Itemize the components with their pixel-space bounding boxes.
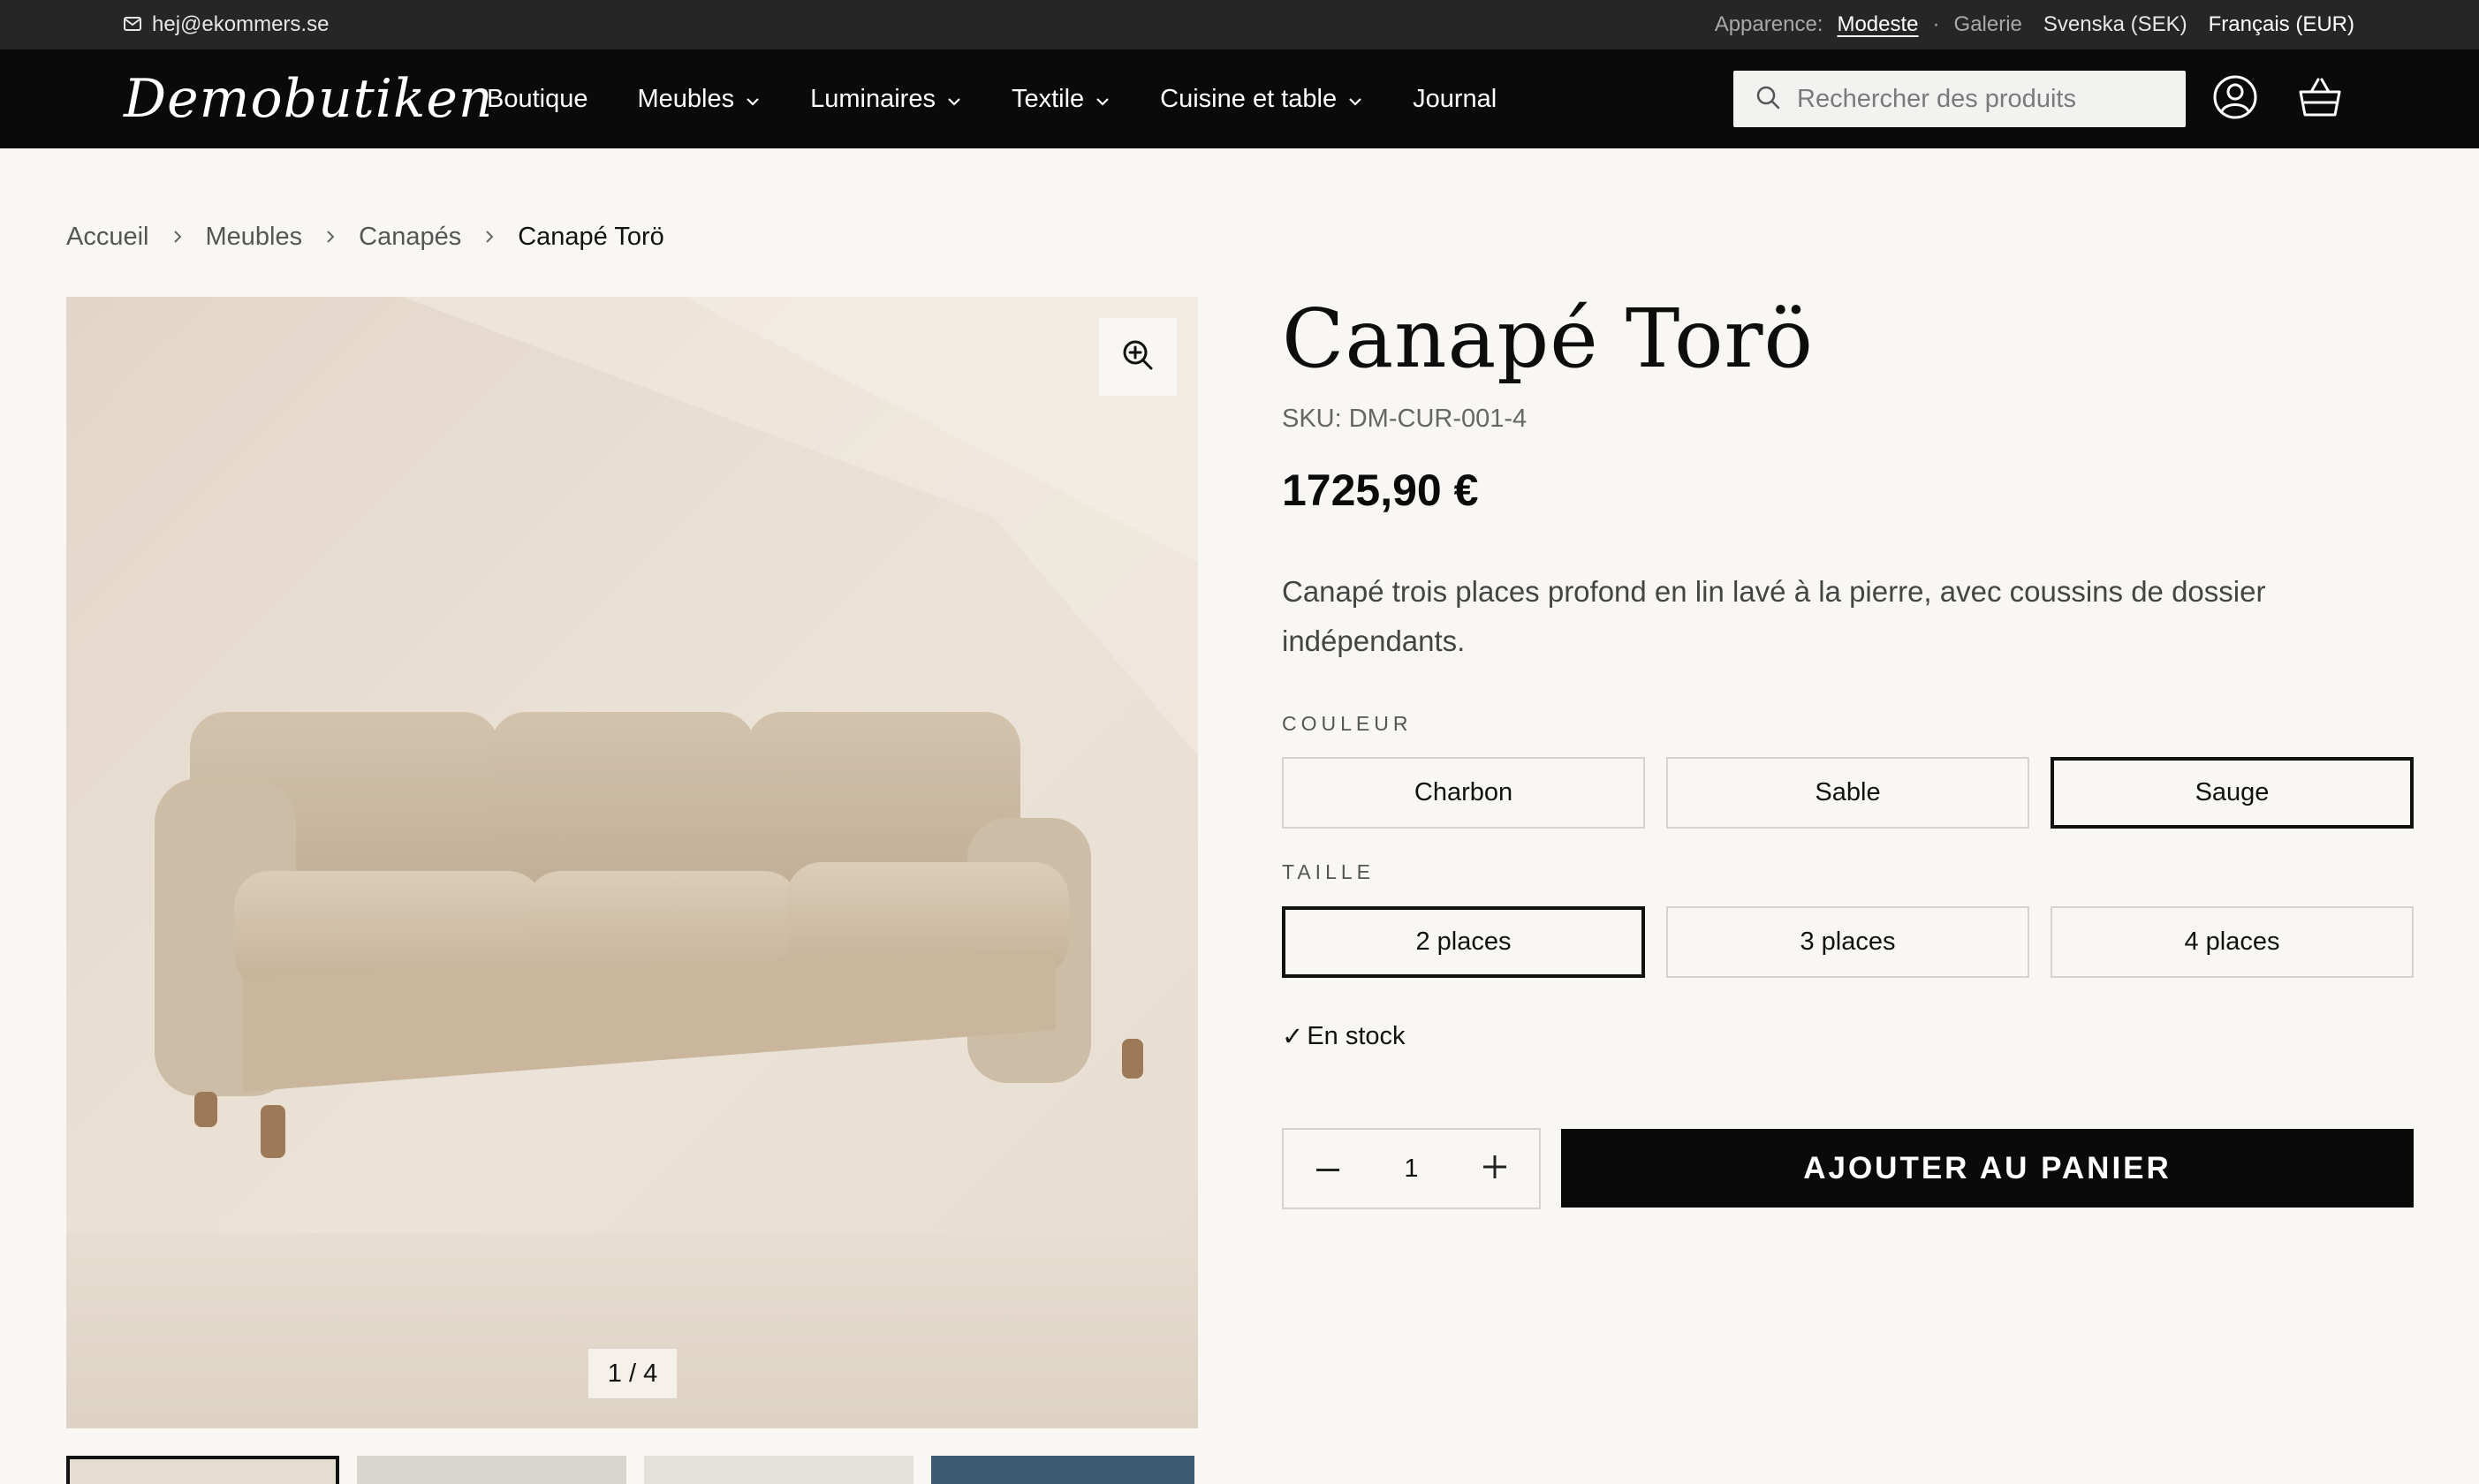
theme-separator: · — [1932, 12, 1940, 36]
color-label: COULEUR — [1282, 712, 1413, 735]
chevron-right-icon — [325, 229, 336, 245]
nav-item-textile[interactable]: Textile — [1012, 85, 1111, 114]
breadcrumb-item-meubles[interactable]: Meubles — [206, 223, 303, 252]
chevron-right-icon — [172, 229, 183, 245]
checkmark-icon: ✓ — [1282, 1023, 1304, 1051]
product-title: Canapé Torö — [1282, 292, 1814, 386]
product-image-gallery[interactable]: 1 / 4 — [66, 297, 1198, 1428]
breadcrumb-item-current: Canapé Torö — [518, 222, 664, 251]
nav-item-journal[interactable]: Journal — [1413, 85, 1497, 114]
quantity-decrease-button[interactable] — [1310, 1151, 1346, 1186]
nav-item-label: Journal — [1413, 84, 1497, 113]
contact-email[interactable]: hej@ekommers.se — [124, 0, 329, 49]
size-option-2-places[interactable]: 2 places — [1282, 906, 1645, 978]
stock-status: ✓ En stock — [1282, 1021, 1406, 1052]
nav-item-label: Luminaires — [810, 84, 936, 113]
quantity-increase-button[interactable] — [1477, 1151, 1512, 1186]
product-sku: SKU: DM-CUR-001-4 — [1282, 405, 1528, 433]
chevron-down-icon — [1347, 85, 1363, 114]
search-input[interactable] — [1797, 84, 2168, 114]
nav-item-label: Cuisine et table — [1160, 84, 1338, 113]
product-main-image — [66, 297, 1198, 1428]
size-label: TAILLE — [1282, 860, 1375, 883]
gallery-thumbnails — [66, 1456, 1194, 1484]
cart-button[interactable] — [2295, 74, 2345, 124]
quantity-stepper: 1 — [1282, 1128, 1541, 1209]
thumbnail-3[interactable] — [644, 1456, 914, 1484]
thumbnail-1[interactable] — [66, 1456, 339, 1484]
top-utility-bar: hej@ekommers.se Apparence: Modeste · Gal… — [0, 0, 2479, 49]
zoom-in-icon — [1121, 338, 1155, 376]
main-navigation: Demobutiken Boutique Meubles Luminaires … — [0, 49, 2479, 148]
language-option-francais[interactable]: Français (EUR) — [2209, 12, 2354, 37]
chevron-down-icon — [745, 85, 761, 114]
color-option-charbon[interactable]: Charbon — [1282, 757, 1645, 829]
size-option-4-places[interactable]: 4 places — [2051, 906, 2414, 978]
zoom-button[interactable] — [1099, 318, 1177, 396]
store-logo[interactable]: Demobutiken — [124, 49, 494, 148]
product-price: 1725,90 € — [1282, 466, 1479, 515]
theme-option-modeste[interactable]: Modeste — [1837, 12, 1918, 37]
thumbnail-2[interactable] — [357, 1456, 626, 1484]
account-button[interactable] — [2210, 74, 2260, 124]
nav-item-label: Textile — [1011, 84, 1085, 113]
mail-icon — [124, 12, 141, 37]
nav-item-label: Boutique — [487, 84, 588, 113]
language-option-svenska[interactable]: Svenska (SEK) — [2043, 12, 2187, 37]
search-bar[interactable] — [1733, 71, 2186, 127]
nav-item-luminaires[interactable]: Luminaires — [810, 85, 962, 114]
breadcrumb-item-accueil[interactable]: Accueil — [66, 223, 149, 252]
chevron-down-icon — [1095, 85, 1111, 114]
add-to-cart-button[interactable]: AJOUTER AU PANIER — [1561, 1129, 2414, 1208]
basket-icon — [2297, 76, 2343, 123]
breadcrumb: Accueil Meubles Canapés Canapé Torö — [66, 219, 664, 254]
plus-icon — [1482, 1155, 1506, 1183]
contact-email-text: hej@ekommers.se — [152, 12, 330, 36]
image-counter: 1 / 4 — [588, 1349, 677, 1398]
color-options: Charbon Sable Sauge — [1282, 757, 2414, 829]
chevron-down-icon — [946, 85, 962, 114]
appearance-label: Apparence: — [1714, 12, 1823, 36]
nav-item-meubles[interactable]: Meubles — [638, 85, 762, 114]
size-options: 2 places 3 places 4 places — [1282, 906, 2414, 978]
search-icon — [1755, 84, 1781, 115]
size-option-3-places[interactable]: 3 places — [1666, 906, 2029, 978]
thumbnail-4[interactable] — [931, 1456, 1194, 1484]
nav-menu: Boutique Meubles Luminaires Textile Cuis… — [487, 49, 1497, 148]
stock-status-text: En stock — [1307, 1022, 1406, 1050]
nav-item-label: Meubles — [637, 84, 735, 113]
breadcrumb-item-canapes[interactable]: Canapés — [359, 223, 461, 252]
user-icon — [2212, 74, 2258, 125]
color-option-sauge[interactable]: Sauge — [2051, 757, 2414, 829]
chevron-right-icon — [484, 229, 495, 245]
quantity-value[interactable]: 1 — [1404, 1155, 1418, 1184]
minus-icon — [1316, 1161, 1339, 1177]
color-option-sable[interactable]: Sable — [1666, 757, 2029, 829]
nav-item-cuisine-et-table[interactable]: Cuisine et table — [1160, 85, 1363, 114]
nav-item-boutique[interactable]: Boutique — [487, 85, 588, 114]
product-description: Canapé trois places profond en lin lavé … — [1282, 575, 2266, 657]
theme-option-galerie[interactable]: Galerie — [1954, 12, 2022, 37]
